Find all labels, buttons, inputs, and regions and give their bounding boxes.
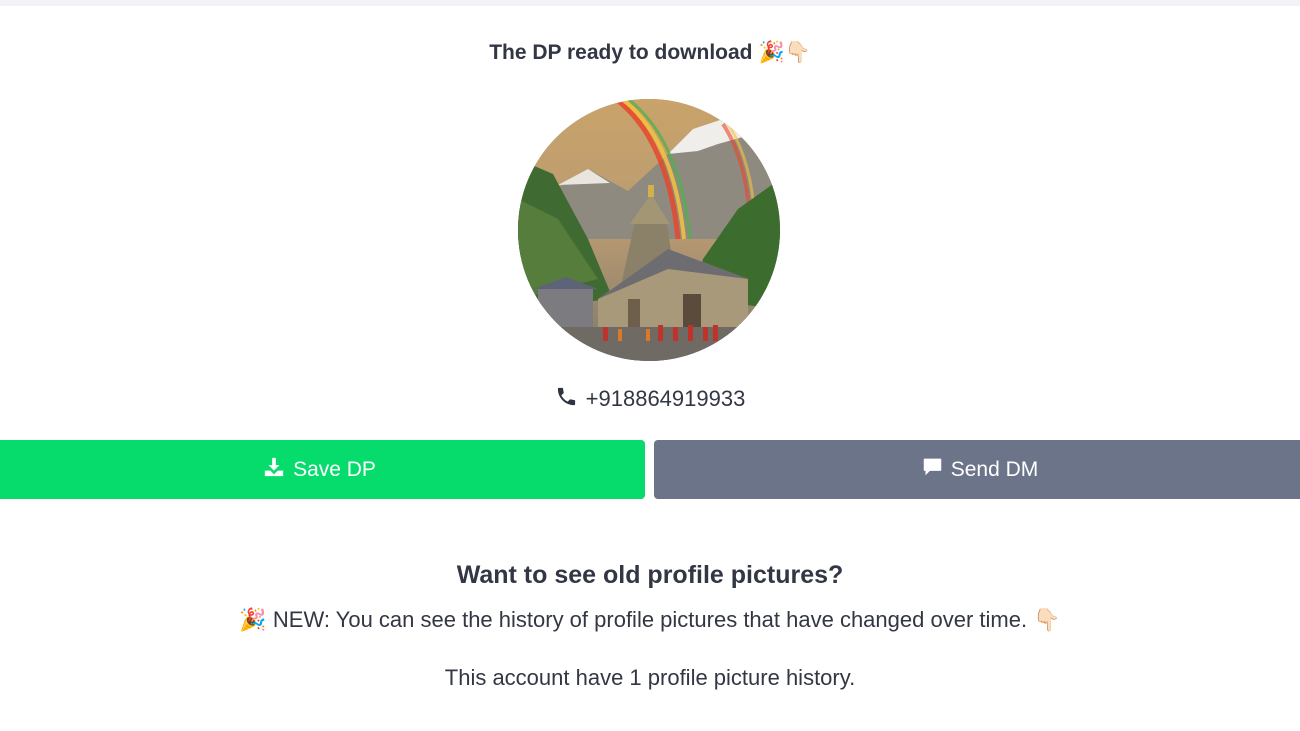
history-new-notice: 🎉 NEW: You can see the history of profil… (0, 607, 1300, 633)
phone-number-text: +918864919933 (585, 386, 746, 411)
message-icon (922, 456, 943, 483)
top-border (0, 0, 1300, 6)
profile-picture[interactable] (518, 99, 780, 361)
save-dp-label: Save DP (293, 457, 376, 481)
history-count: This account have 1 profile picture hist… (444, 665, 856, 690)
page-title: The DP ready to download 🎉👇🏻 (0, 40, 1300, 65)
profile-picture-image (518, 99, 780, 361)
history-title: Want to see old profile pictures? (456, 561, 844, 589)
download-icon (263, 456, 285, 484)
phone-icon (555, 385, 578, 414)
send-dm-button[interactable]: Send DM (654, 440, 1300, 499)
celebration-pointing-emoji: 🎉👇🏻 (758, 40, 811, 64)
save-dp-button[interactable]: Save DP (0, 440, 645, 499)
pointing-down-emoji: 👇🏻 (1033, 608, 1061, 633)
celebration-emoji: 🎉 (239, 608, 267, 633)
phone-number: +918864919933 (0, 385, 1300, 414)
history-new-text: NEW: You can see the history of profile … (272, 607, 1028, 632)
page-title-text: The DP ready to download (489, 41, 753, 64)
send-dm-label: Send DM (950, 457, 1039, 481)
